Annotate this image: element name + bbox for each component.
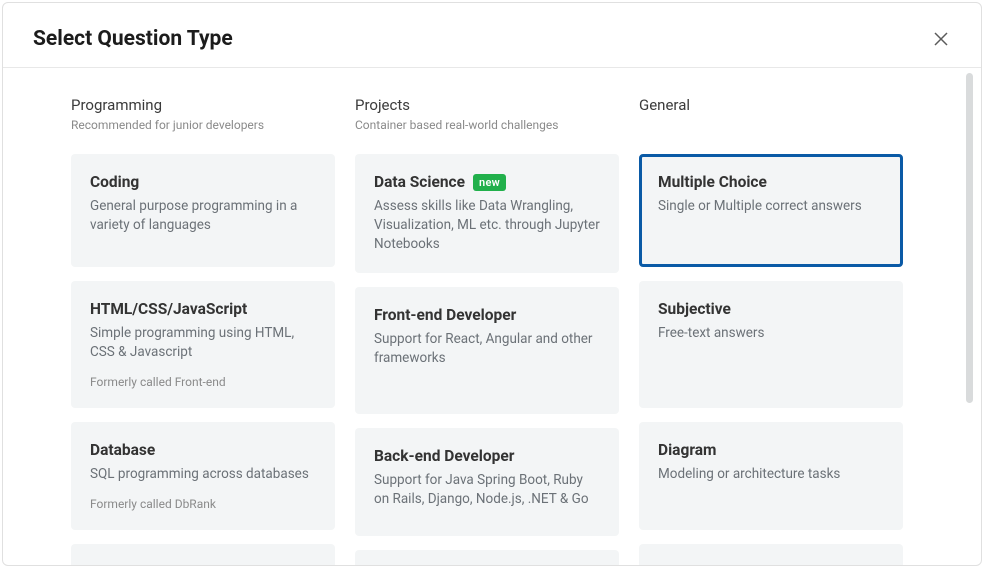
card-title: Java Project xyxy=(90,563,316,565)
card-title: Subjective xyxy=(658,300,884,318)
card-desc: SQL programming across databases xyxy=(90,465,316,484)
column-programming: Programming Recommended for junior devel… xyxy=(71,96,335,565)
card-title: Database xyxy=(90,441,316,459)
column-header: Programming Recommended for junior devel… xyxy=(71,96,335,136)
column-projects: Projects Container based real-world chal… xyxy=(355,96,619,565)
column-general: General Multiple Choice Single or Multip… xyxy=(639,96,903,565)
column-subtitle: Recommended for junior developers xyxy=(71,118,335,132)
card-desc: Support for React, Angular and other fra… xyxy=(374,330,600,368)
card-subjective[interactable]: Subjective Free-text answers xyxy=(639,281,903,408)
columns: Programming Recommended for junior devel… xyxy=(71,96,961,565)
card-database[interactable]: Database SQL programming across database… xyxy=(71,422,335,530)
card-multiple-choice[interactable]: Multiple Choice Single or Multiple corre… xyxy=(639,154,903,267)
close-icon xyxy=(933,31,949,47)
card-desc: General purpose programming in a variety… xyxy=(90,197,316,235)
card-desc: Support for Java Spring Boot, Ruby on Ra… xyxy=(374,471,600,509)
card-footnote: Formerly called Front-end xyxy=(90,363,316,389)
scrollbar[interactable] xyxy=(966,73,973,403)
card-title: Multiple Choice xyxy=(658,173,884,191)
card-desc: Assess skills like Data Wrangling, Visua… xyxy=(374,197,600,254)
close-button[interactable] xyxy=(931,29,951,49)
card-fullstack-dev[interactable]: Full-stack Developer xyxy=(355,550,619,565)
card-title: Front-end Developer xyxy=(374,306,600,324)
card-diagram[interactable]: Diagram Modeling or architecture tasks xyxy=(639,422,903,530)
card-data-science[interactable]: Data Science new Assess skills like Data… xyxy=(355,154,619,273)
card-html-css-js[interactable]: HTML/CSS/JavaScript Simple programming u… xyxy=(71,281,335,408)
card-frontend-dev[interactable]: Front-end Developer Support for React, A… xyxy=(355,287,619,414)
card-desc: Simple programming using HTML, CSS & Jav… xyxy=(90,324,316,362)
card-title: Coding xyxy=(90,173,316,191)
card-desc: Free-text answers xyxy=(658,324,884,343)
card-title: Data Science new xyxy=(374,173,600,191)
card-desc: Modeling or architecture tasks xyxy=(658,465,884,484)
card-title: HTML/CSS/JavaScript xyxy=(90,300,316,318)
card-title: Diagram xyxy=(658,441,884,459)
column-title: General xyxy=(639,96,903,114)
badge-new: new xyxy=(473,174,506,191)
card-title: Sentence Completion xyxy=(658,563,884,565)
card-java-project[interactable]: Java Project xyxy=(71,544,335,565)
card-sentence-completion[interactable]: Sentence Completion xyxy=(639,544,903,565)
card-footnote: Formerly called DbRank xyxy=(90,485,316,511)
modal-body: Programming Recommended for junior devel… xyxy=(3,68,981,565)
card-desc: Single or Multiple correct answers xyxy=(658,197,884,216)
column-title: Programming xyxy=(71,96,335,114)
card-backend-dev[interactable]: Back-end Developer Support for Java Spri… xyxy=(355,428,619,536)
card-title: Back-end Developer xyxy=(374,447,600,465)
select-question-type-modal: Select Question Type Programming Recomme… xyxy=(2,2,982,566)
card-coding[interactable]: Coding General purpose programming in a … xyxy=(71,154,335,267)
modal-header: Select Question Type xyxy=(3,3,981,68)
column-title: Projects xyxy=(355,96,619,114)
modal-title: Select Question Type xyxy=(33,27,233,51)
column-header: General xyxy=(639,96,903,136)
column-header: Projects Container based real-world chal… xyxy=(355,96,619,136)
column-subtitle: Container based real-world challenges xyxy=(355,118,619,132)
